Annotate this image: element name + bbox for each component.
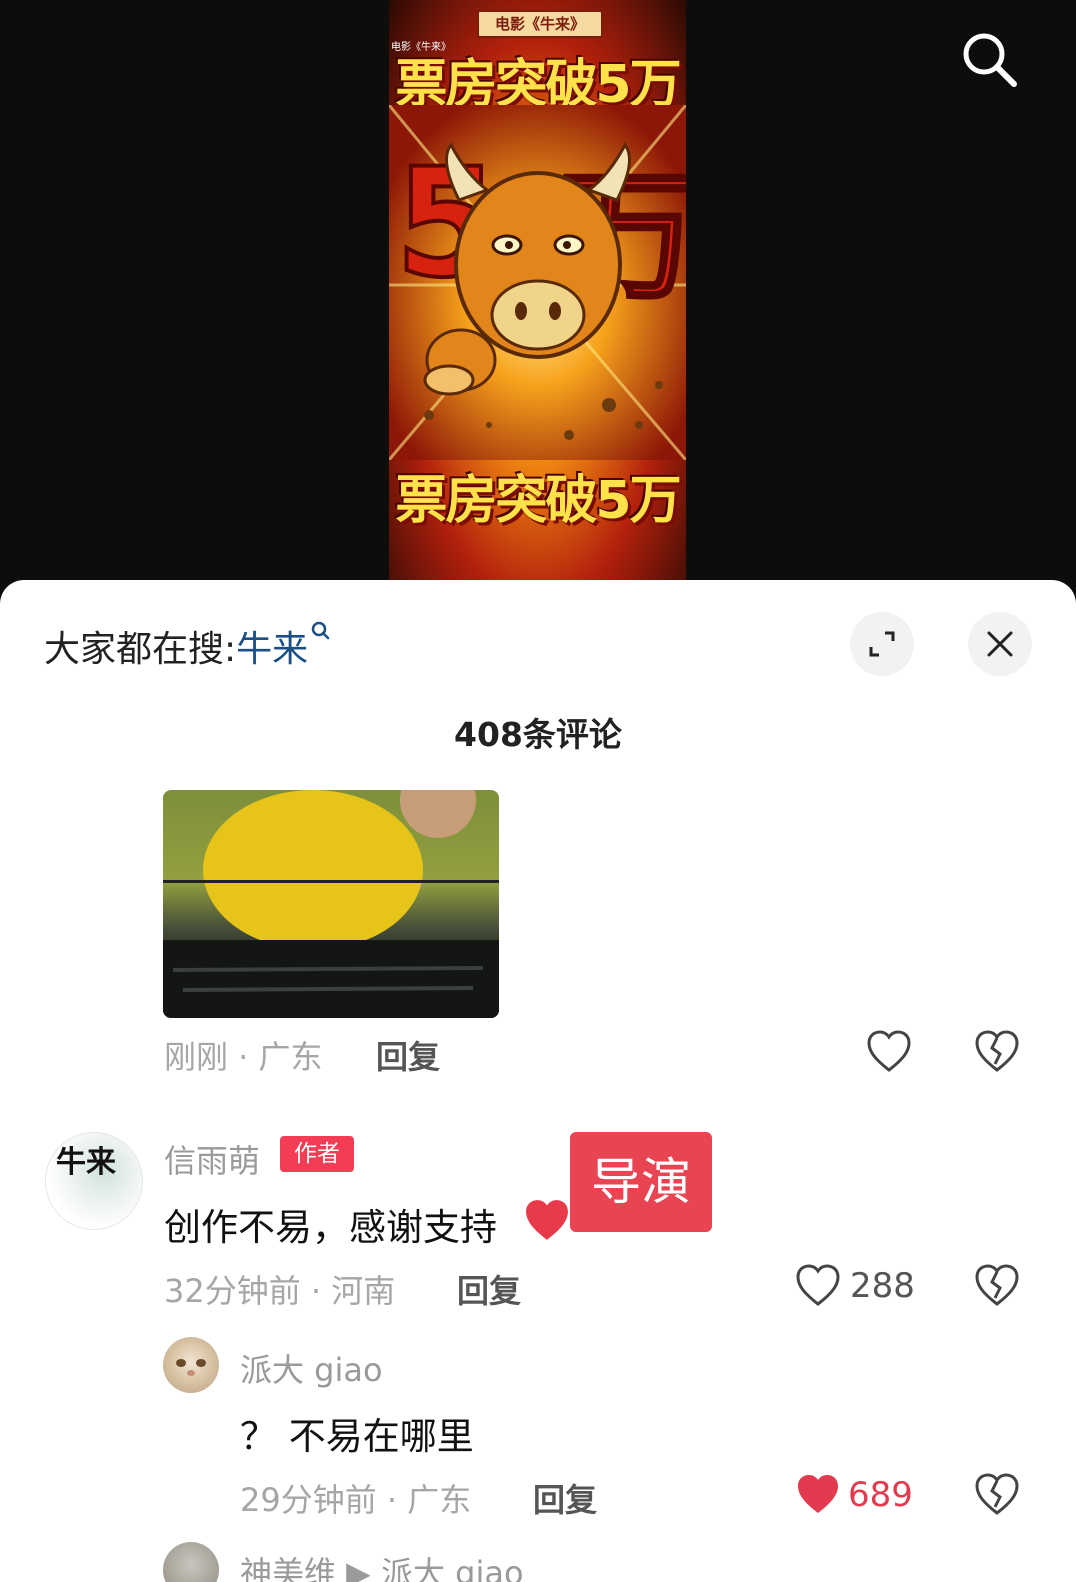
close-icon xyxy=(987,631,1013,657)
heart-outline-icon[interactable] xyxy=(795,1264,841,1308)
reply-button[interactable]: 回复 xyxy=(376,1032,440,1078)
poster-headline-bottom: 票房突破5万 xyxy=(395,471,681,531)
reply-time-location: 29分钟前 · 广东 xyxy=(240,1481,472,1519)
next-replier-username[interactable]: 神美维 ▶ 派大 giao xyxy=(240,1548,524,1582)
heart-outline-icon[interactable] xyxy=(866,1030,912,1074)
broken-heart-icon[interactable] xyxy=(974,1264,1020,1308)
reply-reply-button[interactable]: 回复 xyxy=(533,1475,597,1521)
expand-button[interactable] xyxy=(850,612,914,676)
avatar-calligraphy: 牛来 xyxy=(56,1145,116,1180)
video-player[interactable]: 电影《牛来》 电影《牛来》 票房突破5万 5 万 票房突破5万 xyxy=(0,0,1076,600)
replier-avatar[interactable] xyxy=(163,1337,219,1393)
replier-username[interactable]: 派大 giao xyxy=(240,1345,383,1391)
comment-count-title: 408条评论 xyxy=(454,715,622,754)
reply-like-count: 689 xyxy=(848,1475,913,1515)
trending-keyword[interactable]: 牛来 xyxy=(236,629,308,670)
author-avatar[interactable]: 牛来 xyxy=(45,1132,143,1230)
search-button[interactable] xyxy=(958,28,1020,90)
broken-heart-icon[interactable] xyxy=(974,1030,1020,1074)
poster-banner: 电影《牛来》 xyxy=(477,10,603,38)
broken-heart-icon[interactable] xyxy=(974,1473,1020,1517)
red-heart-emoji-icon xyxy=(526,1200,568,1240)
next-replier-avatar[interactable] xyxy=(163,1542,219,1582)
author-comment-time-location: 32分钟前 · 河南 xyxy=(164,1272,396,1310)
comments-sheet: 大家都在搜:牛来 408条评论 刚刚 · 广东 回复 牛来 信雨萌 作者 创作不… xyxy=(0,580,1076,1582)
close-button[interactable] xyxy=(968,612,1032,676)
author-badge: 作者 xyxy=(280,1136,354,1172)
search-icon xyxy=(963,33,1017,87)
author-comment-text: 创作不易，感谢支持 xyxy=(164,1206,497,1249)
trending-prefix: 大家都在搜: xyxy=(44,629,237,670)
comment-time-location: 刚刚 · 广东 xyxy=(164,1038,323,1076)
search-mini-icon xyxy=(311,621,330,640)
bull-illustration: 5 万 xyxy=(389,105,686,460)
author-reply-button[interactable]: 回复 xyxy=(457,1266,521,1312)
reply-comment-text: ？ 不易在哪里 xyxy=(240,1415,474,1458)
comment-attached-image[interactable] xyxy=(163,790,499,1018)
heart-filled-icon[interactable] xyxy=(795,1473,841,1517)
director-overlay-label: 导演 xyxy=(570,1132,712,1232)
author-like-count: 288 xyxy=(850,1266,915,1306)
author-username[interactable]: 信雨萌 xyxy=(164,1136,260,1182)
expand-icon xyxy=(869,631,895,657)
movie-poster: 电影《牛来》 电影《牛来》 票房突破5万 5 万 票房突破5万 xyxy=(389,0,686,582)
trending-search[interactable]: 大家都在搜:牛来 xyxy=(44,620,330,672)
